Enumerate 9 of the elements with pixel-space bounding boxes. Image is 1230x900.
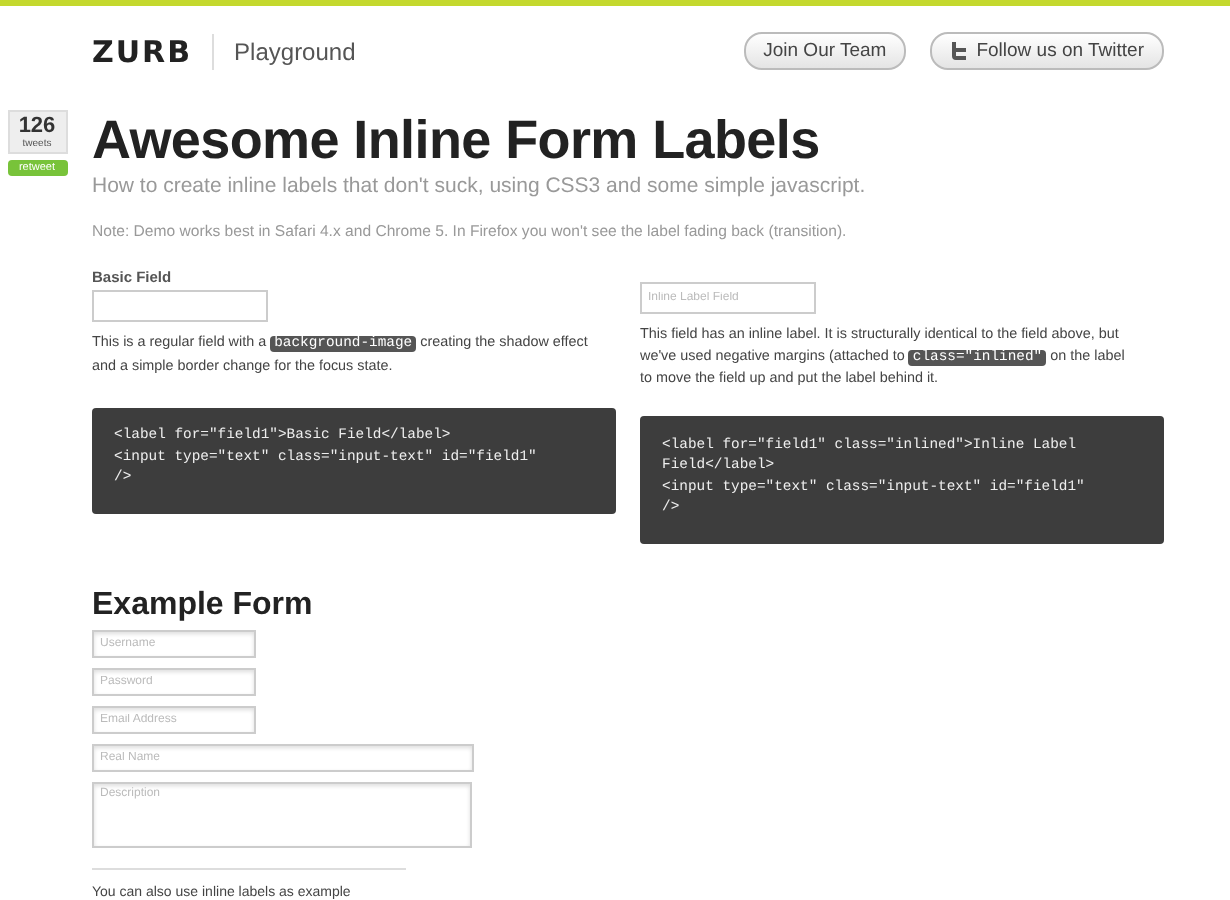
subtitle: How to create inline labels that don't suck, using CSS3 and some simple javascript. (92, 174, 868, 198)
text-field[interactable] (92, 290, 268, 322)
section-title: Playground (234, 37, 356, 65)
bird-letter-icon (950, 41, 969, 61)
page-title: Awesome Inline Form Labels (92, 110, 822, 170)
header-button[interactable]: Follow us on Twitter (930, 32, 1164, 70)
header-button[interactable]: Join Our Team (743, 32, 907, 70)
section-heading: Example Form (92, 587, 315, 623)
logo[interactable]: ZURB (92, 33, 193, 69)
